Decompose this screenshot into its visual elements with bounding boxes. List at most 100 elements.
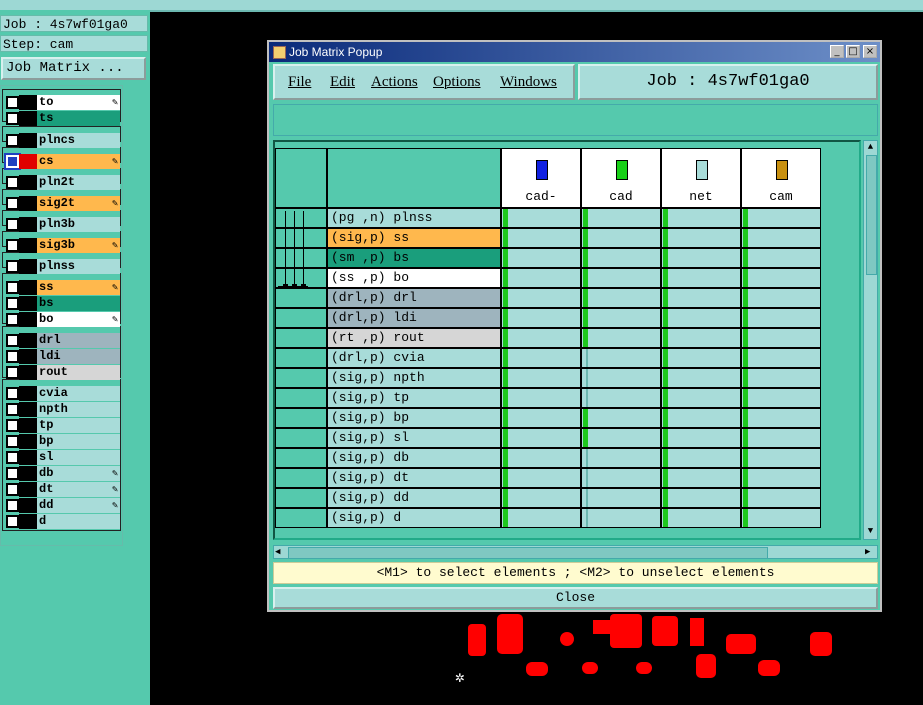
row-handle[interactable] [275, 508, 327, 528]
row-label[interactable]: (pg ,n) plnss [327, 208, 501, 228]
layer-name[interactable]: sig2t ✎ [37, 196, 120, 211]
matrix-cell[interactable] [661, 248, 741, 268]
matrix-cell[interactable] [741, 348, 821, 368]
column-header-4[interactable]: cam [741, 148, 821, 208]
menu-options[interactable]: Options [433, 74, 481, 91]
matrix-cell[interactable] [741, 308, 821, 328]
row-label[interactable]: (sig,p) sl [327, 428, 501, 448]
layer-row-drl[interactable]: drl [3, 333, 120, 348]
matrix-cell[interactable] [581, 408, 661, 428]
layer-checkbox[interactable] [6, 499, 19, 512]
layer-row-bs[interactable]: bs [3, 296, 120, 311]
layer-checkbox[interactable] [6, 435, 19, 448]
matrix-cell[interactable] [741, 408, 821, 428]
layer-display-swatch[interactable] [19, 365, 37, 380]
matrix-cell[interactable] [661, 508, 741, 528]
matrix-cell[interactable] [741, 228, 821, 248]
row-label[interactable]: (rt ,p) rout [327, 328, 501, 348]
layer-checkbox[interactable] [6, 419, 19, 432]
matrix-cell[interactable] [501, 288, 581, 308]
layer-name[interactable]: d [37, 514, 120, 529]
row-label[interactable]: (sig,p) npth [327, 368, 501, 388]
matrix-cell[interactable] [501, 248, 581, 268]
layer-display-swatch[interactable] [19, 482, 37, 497]
layer-row-rout[interactable]: rout [3, 365, 120, 380]
matrix-cell[interactable] [501, 508, 581, 528]
matrix-cell[interactable] [741, 388, 821, 408]
matrix-cell[interactable] [661, 268, 741, 288]
matrix-cell[interactable] [741, 368, 821, 388]
row-label[interactable]: (sig,p) db [327, 448, 501, 468]
layer-row-ldi[interactable]: ldi [3, 349, 120, 364]
close-icon[interactable]: × [863, 45, 877, 58]
layer-checkbox[interactable] [6, 239, 19, 252]
row-handle[interactable] [275, 308, 327, 328]
row-handle[interactable] [275, 388, 327, 408]
layer-checkbox[interactable] [6, 96, 19, 109]
matrix-cell[interactable] [501, 408, 581, 428]
matrix-cell[interactable] [581, 468, 661, 488]
layer-name[interactable]: rout [37, 365, 120, 380]
layer-row-d[interactable]: d [3, 514, 120, 529]
layer-checkbox[interactable] [6, 218, 19, 231]
job-matrix-button[interactable]: Job Matrix ... [1, 57, 146, 80]
matrix-cell[interactable] [661, 208, 741, 228]
row-label[interactable]: (drl,p) ldi [327, 308, 501, 328]
row-handle[interactable] [275, 248, 327, 268]
horizontal-scroll-thumb[interactable] [288, 547, 768, 559]
menu-edit[interactable]: Edit [330, 74, 355, 91]
layer-checkbox[interactable] [6, 350, 19, 363]
matrix-cell[interactable] [661, 228, 741, 248]
row-handle[interactable] [275, 328, 327, 348]
matrix-cell[interactable] [501, 468, 581, 488]
layer-row-sl[interactable]: sl [3, 450, 120, 465]
matrix-cell[interactable] [581, 228, 661, 248]
layer-checkbox[interactable] [6, 297, 19, 310]
matrix-cell[interactable] [581, 508, 661, 528]
row-label[interactable]: (drl,p) drl [327, 288, 501, 308]
layer-display-swatch[interactable] [19, 333, 37, 348]
row-label[interactable]: (ss ,p) bo [327, 268, 501, 288]
matrix-cell[interactable] [581, 488, 661, 508]
layer-name[interactable]: pln3b [37, 217, 120, 232]
matrix-cell[interactable] [581, 368, 661, 388]
matrix-cell[interactable] [741, 488, 821, 508]
layer-display-swatch[interactable] [19, 133, 37, 148]
layer-name[interactable]: to ✎ [37, 95, 120, 110]
layer-row-cs[interactable]: cs ✎ [3, 153, 120, 170]
minimize-icon[interactable]: _ [830, 45, 844, 58]
row-handle[interactable] [275, 368, 327, 388]
layer-display-swatch[interactable] [19, 434, 37, 449]
layer-name[interactable]: ts [37, 111, 120, 126]
column-header-2[interactable]: cad [581, 148, 661, 208]
layer-row-dt[interactable]: dt ✎ [3, 482, 120, 497]
scroll-left-icon[interactable]: ◀ [275, 546, 285, 558]
matrix-cell[interactable] [501, 488, 581, 508]
row-label[interactable]: (sm ,p) bs [327, 248, 501, 268]
layer-display-swatch[interactable] [19, 386, 37, 401]
vertical-scrollbar[interactable]: ▲ ▼ [863, 140, 878, 540]
matrix-cell[interactable] [661, 368, 741, 388]
layer-name[interactable]: ldi [37, 349, 120, 364]
layer-row-sig3b[interactable]: sig3b ✎ [3, 238, 120, 253]
matrix-cell[interactable] [581, 348, 661, 368]
layer-name[interactable]: ss ✎ [37, 280, 120, 295]
row-handle[interactable] [275, 488, 327, 508]
layer-checkbox[interactable] [4, 153, 21, 170]
row-label[interactable]: (sig,p) dt [327, 468, 501, 488]
layer-checkbox[interactable] [6, 176, 19, 189]
layer-display-swatch[interactable] [19, 217, 37, 232]
horizontal-scrollbar[interactable]: ◀ ▶ [273, 545, 878, 559]
matrix-cell[interactable] [581, 428, 661, 448]
menu-windows[interactable]: Windows [500, 74, 557, 91]
scroll-up-icon[interactable]: ▲ [865, 142, 876, 152]
maximize-icon[interactable]: □ [846, 45, 860, 58]
matrix-cell[interactable] [741, 268, 821, 288]
matrix-cell[interactable] [581, 288, 661, 308]
layer-checkbox[interactable] [6, 515, 19, 528]
layer-row-npth[interactable]: npth [3, 402, 120, 417]
row-handle[interactable] [275, 428, 327, 448]
layer-checkbox[interactable] [6, 112, 19, 125]
row-label[interactable]: (sig,p) ss [327, 228, 501, 248]
matrix-cell[interactable] [661, 288, 741, 308]
